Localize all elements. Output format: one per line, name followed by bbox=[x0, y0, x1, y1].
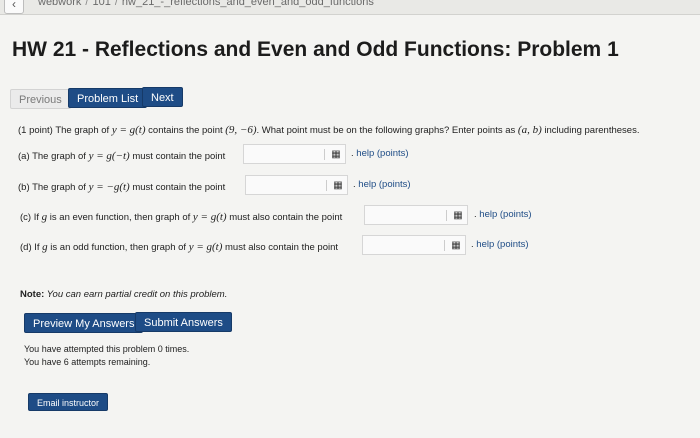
part-d-math: y = g(t) bbox=[188, 241, 223, 253]
submit-answers-button[interactable]: Submit Answers bbox=[135, 312, 232, 332]
part-d-help: . help (points) bbox=[471, 239, 529, 250]
part-b-help: . help (points) bbox=[353, 179, 411, 190]
intro-function: y = g(t) bbox=[111, 124, 146, 136]
part-a-answer-input[interactable]: ▦ bbox=[243, 144, 346, 164]
breadcrumb-set[interactable]: hw_21_-_reflections_and_even_and_odd_fun… bbox=[122, 0, 374, 8]
grid-icon[interactable]: ▦ bbox=[446, 210, 465, 221]
help-points-link[interactable]: help (points) bbox=[356, 148, 408, 159]
intro-text: contains the point bbox=[145, 125, 226, 136]
breadcrumb-course[interactable]: 101 bbox=[92, 0, 110, 8]
part-a-question: (a) The graph of y = g(−t) must contain … bbox=[18, 150, 225, 162]
attempts-info: You have attempted this problem 0 times.… bbox=[24, 343, 189, 369]
grid-icon[interactable]: ▦ bbox=[324, 149, 343, 160]
part-c-text: is an even function, then graph of bbox=[47, 212, 193, 223]
part-c-help: . help (points) bbox=[474, 209, 532, 220]
note-text: You can earn partial credit on this prob… bbox=[44, 289, 228, 300]
intro-point: (9, −6) bbox=[225, 124, 257, 136]
grid-icon[interactable]: ▦ bbox=[326, 180, 345, 191]
grid-icon[interactable]: ▦ bbox=[444, 240, 463, 251]
breadcrumb-separator: / bbox=[114, 0, 118, 8]
help-points-link[interactable]: help (points) bbox=[476, 239, 528, 250]
part-b-math: y = −g(t) bbox=[88, 181, 130, 193]
intro-text: (1 point) The graph of bbox=[18, 125, 112, 136]
part-b-answer-input[interactable]: ▦ bbox=[245, 175, 348, 195]
previous-button[interactable]: Previous bbox=[10, 89, 71, 109]
part-b-text: must contain the point bbox=[129, 182, 226, 193]
part-c-answer-input[interactable]: ▦ bbox=[364, 205, 468, 225]
breadcrumb-webwork[interactable]: webwork bbox=[38, 0, 81, 8]
attempts-made: You have attempted this problem 0 times. bbox=[24, 344, 190, 354]
problem-intro: (1 point) The graph of y = g(t) contains… bbox=[18, 124, 639, 136]
part-c-math: y = g(t) bbox=[192, 211, 227, 223]
part-d-text: is an odd function, then graph of bbox=[47, 242, 189, 253]
part-a-text: must contain the point bbox=[129, 151, 226, 162]
part-d-question: (d) If g is an odd function, then graph … bbox=[20, 241, 338, 253]
note-label: Note: bbox=[20, 289, 45, 300]
breadcrumb: webwork/101/hw_21_-_reflections_and_even… bbox=[38, 0, 374, 8]
breadcrumb-separator: / bbox=[85, 0, 89, 8]
part-d-answer-input[interactable]: ▦ bbox=[362, 235, 466, 255]
help-points-link[interactable]: help (points) bbox=[358, 179, 410, 190]
partial-credit-note: Note: You can earn partial credit on thi… bbox=[20, 289, 227, 300]
help-points-link[interactable]: help (points) bbox=[479, 209, 531, 220]
intro-text: . What point must be on the following gr… bbox=[256, 125, 518, 136]
page-title: HW 21 - Reflections and Even and Odd Fun… bbox=[12, 38, 619, 61]
part-c-text: (c) If bbox=[20, 212, 42, 223]
part-c-question: (c) If g is an even function, then graph… bbox=[20, 211, 342, 223]
part-c-text: must also contain the point bbox=[226, 212, 343, 223]
part-b-text: (b) The graph of bbox=[18, 182, 89, 193]
browser-breadcrumb-bar: ‹ webwork/101/hw_21_-_reflections_and_ev… bbox=[0, 0, 700, 15]
part-a-math: y = g(−t) bbox=[88, 150, 130, 162]
email-instructor-button[interactable]: Email instructor bbox=[28, 393, 109, 411]
attempts-remaining: You have 6 attempts remaining. bbox=[24, 357, 151, 367]
preview-answers-button[interactable]: Preview My Answers bbox=[24, 313, 144, 333]
next-button[interactable]: Next bbox=[142, 87, 183, 107]
intro-text: including parentheses. bbox=[541, 125, 640, 136]
part-a-help: . help (points) bbox=[351, 148, 409, 159]
part-b-question: (b) The graph of y = −g(t) must contain … bbox=[18, 181, 225, 193]
part-a-text: (a) The graph of bbox=[18, 151, 89, 162]
back-chevron-icon[interactable]: ‹ bbox=[4, 0, 24, 14]
intro-ab: (a, b) bbox=[517, 124, 542, 136]
problem-list-button[interactable]: Problem List bbox=[68, 88, 148, 108]
part-d-text: must also contain the point bbox=[222, 242, 339, 253]
part-d-text: (d) If bbox=[20, 242, 43, 253]
